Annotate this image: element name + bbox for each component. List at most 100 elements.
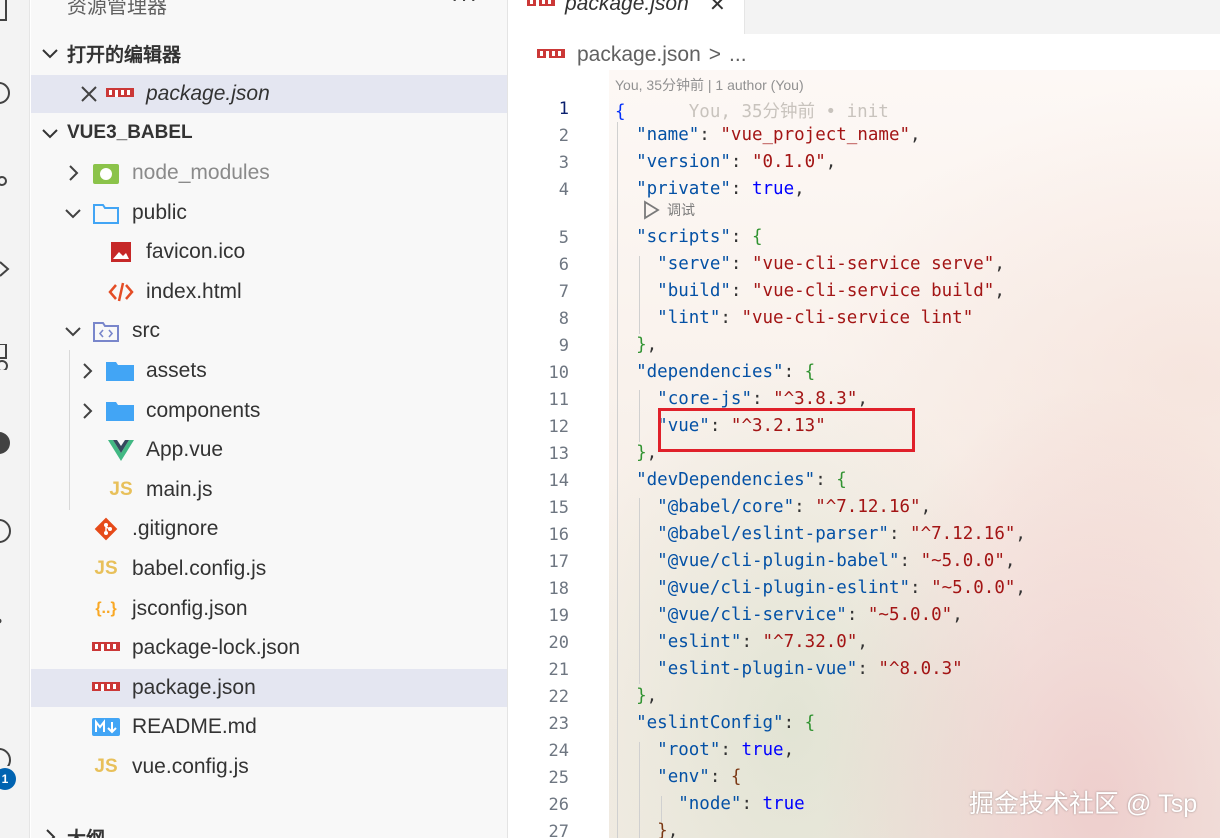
- json-key: "lint": [657, 308, 721, 328]
- tree-item-app-vue[interactable]: App.vue: [31, 431, 507, 469]
- outline-title: 大纲: [67, 824, 105, 838]
- html-icon: [106, 279, 136, 305]
- open-editor-item[interactable]: package.json: [31, 75, 507, 113]
- npm-icon: [537, 43, 565, 67]
- tree-item-main-js[interactable]: JS main.js: [31, 471, 507, 509]
- tree-item-label: index.html: [146, 280, 242, 303]
- code-line: "@babel/eslint-parser": "^7.12.16",: [657, 524, 1026, 544]
- json-string: "0.1.0": [751, 152, 826, 172]
- src-folder-icon: [91, 318, 121, 344]
- json-string: "vue-cli-service serve": [752, 254, 995, 274]
- debug-codelens[interactable]: 调试: [641, 200, 695, 220]
- play-icon: [644, 200, 660, 220]
- code-line: "core-js": "^3.8.3",: [657, 389, 868, 409]
- tree-item-babel-config[interactable]: JS babel.config.js: [31, 550, 507, 588]
- json-key: "root": [657, 740, 721, 760]
- js-icon: JS: [94, 558, 118, 579]
- tree-item-assets[interactable]: assets: [31, 352, 507, 390]
- json-boolean: true: [762, 794, 805, 814]
- json-key: "eslintConfig": [636, 713, 784, 733]
- search-icon[interactable]: [0, 80, 12, 106]
- npm-icon: [91, 675, 121, 701]
- line-number: 9: [558, 336, 569, 356]
- folder-icon: [105, 358, 135, 384]
- breadcrumb-file[interactable]: package.json: [577, 43, 701, 67]
- explorer-icon[interactable]: [0, 0, 12, 26]
- json-key: "build": [657, 281, 731, 301]
- close-icon[interactable]: [79, 84, 99, 104]
- tree-item-node-modules[interactable]: node_modules: [31, 154, 507, 192]
- json-key: "env": [657, 767, 710, 787]
- more-actions-button[interactable]: ···: [451, 0, 479, 12]
- json-boolean: true: [751, 179, 795, 199]
- tree-item-package-json[interactable]: package.json: [31, 669, 507, 707]
- tree-item-favicon[interactable]: favicon.ico: [31, 233, 507, 271]
- json-brace: {: [751, 227, 763, 247]
- tree-item-label: babel.config.js: [132, 557, 267, 580]
- code-line: },: [636, 443, 658, 463]
- tree-item-src[interactable]: src: [31, 312, 507, 350]
- project-section[interactable]: VUE3_BABEL: [39, 118, 193, 148]
- tree-item-gitignore[interactable]: .gitignore: [31, 510, 507, 548]
- tree-item-vue-config[interactable]: JS vue.config.js: [31, 748, 507, 786]
- activity-bar: 1: [0, 0, 30, 838]
- tab-close-icon[interactable]: ✕: [709, 0, 726, 17]
- git-icon: [91, 516, 121, 542]
- code-line: },: [636, 335, 658, 355]
- json-string: "~5.0.0": [867, 605, 953, 625]
- explorer-sidebar: 资源管理器 ··· 打开的编辑器 package.json VUE3_BABEL…: [31, 0, 508, 838]
- tree-item-label: package-lock.json: [132, 636, 301, 659]
- json-key: "name": [636, 125, 700, 145]
- chevron-down-icon: [42, 129, 58, 139]
- watermark: 掘金技术社区 @ Tsp: [969, 790, 1198, 818]
- json-key: "dependencies": [636, 362, 784, 382]
- code-line: },: [615, 821, 678, 838]
- breadcrumb-separator: >: [708, 43, 722, 66]
- json-key: "@vue/cli-plugin-eslint": [657, 578, 911, 598]
- tree-item-jsconfig[interactable]: {..} jsconfig.json: [31, 590, 507, 628]
- outline-section[interactable]: 大纲: [39, 822, 105, 838]
- line-number: 3: [558, 153, 569, 173]
- line-number: 13: [548, 444, 569, 464]
- open-editors-title: 打开的编辑器: [67, 44, 182, 66]
- tree-item-index-html[interactable]: index.html: [31, 273, 507, 311]
- blame-codelens[interactable]: You, 35分钟前 | 1 author (You): [615, 75, 804, 95]
- json-brace: {: [615, 102, 626, 122]
- code-line: "root": true,: [657, 740, 795, 760]
- markdown-icon: [91, 714, 121, 740]
- timeline-icon[interactable]: [0, 518, 12, 544]
- json-brace: }: [636, 686, 647, 706]
- line-number: 15: [548, 498, 569, 518]
- code-line: },: [636, 686, 658, 706]
- json-string: "vue-cli-service build": [752, 281, 995, 301]
- line-number: 7: [558, 282, 569, 302]
- line-number: 11: [548, 390, 569, 410]
- tree-item-components[interactable]: components: [31, 392, 507, 430]
- extensions-icon[interactable]: [0, 343, 12, 372]
- tree-item-public[interactable]: public: [31, 194, 507, 232]
- more-dot-icon[interactable]: [0, 608, 12, 634]
- line-number: 23: [548, 714, 569, 734]
- account-icon[interactable]: [0, 740, 12, 772]
- run-debug-icon[interactable]: [0, 256, 12, 282]
- tree-item-package-lock[interactable]: package-lock.json: [31, 629, 507, 667]
- json-key: "version": [636, 152, 731, 172]
- tab-label: package.json: [565, 0, 689, 15]
- open-editors-section[interactable]: 打开的编辑器: [39, 38, 181, 68]
- tree-item-label: favicon.ico: [146, 240, 246, 263]
- tree-item-readme[interactable]: README.md: [31, 708, 507, 746]
- json-string: "^8.0.3": [878, 659, 963, 679]
- source-control-icon[interactable]: [0, 165, 12, 191]
- code-line: "node": true: [678, 794, 805, 814]
- json-key: "@vue/cli-plugin-babel": [657, 551, 900, 571]
- remote-icon[interactable]: [0, 430, 12, 456]
- line-number: 25: [548, 768, 569, 788]
- tree-item-label: main.js: [146, 478, 213, 501]
- code-line: "eslint": "^7.32.0",: [657, 632, 868, 652]
- tree-item-label: .gitignore: [132, 517, 219, 540]
- breadcrumb-symbol[interactable]: ...: [729, 43, 747, 67]
- tab-package-json[interactable]: package.json ✕: [509, 0, 745, 34]
- folder-open-icon: [91, 200, 121, 226]
- json-brace: {: [804, 362, 816, 382]
- line-number: 17: [548, 552, 569, 572]
